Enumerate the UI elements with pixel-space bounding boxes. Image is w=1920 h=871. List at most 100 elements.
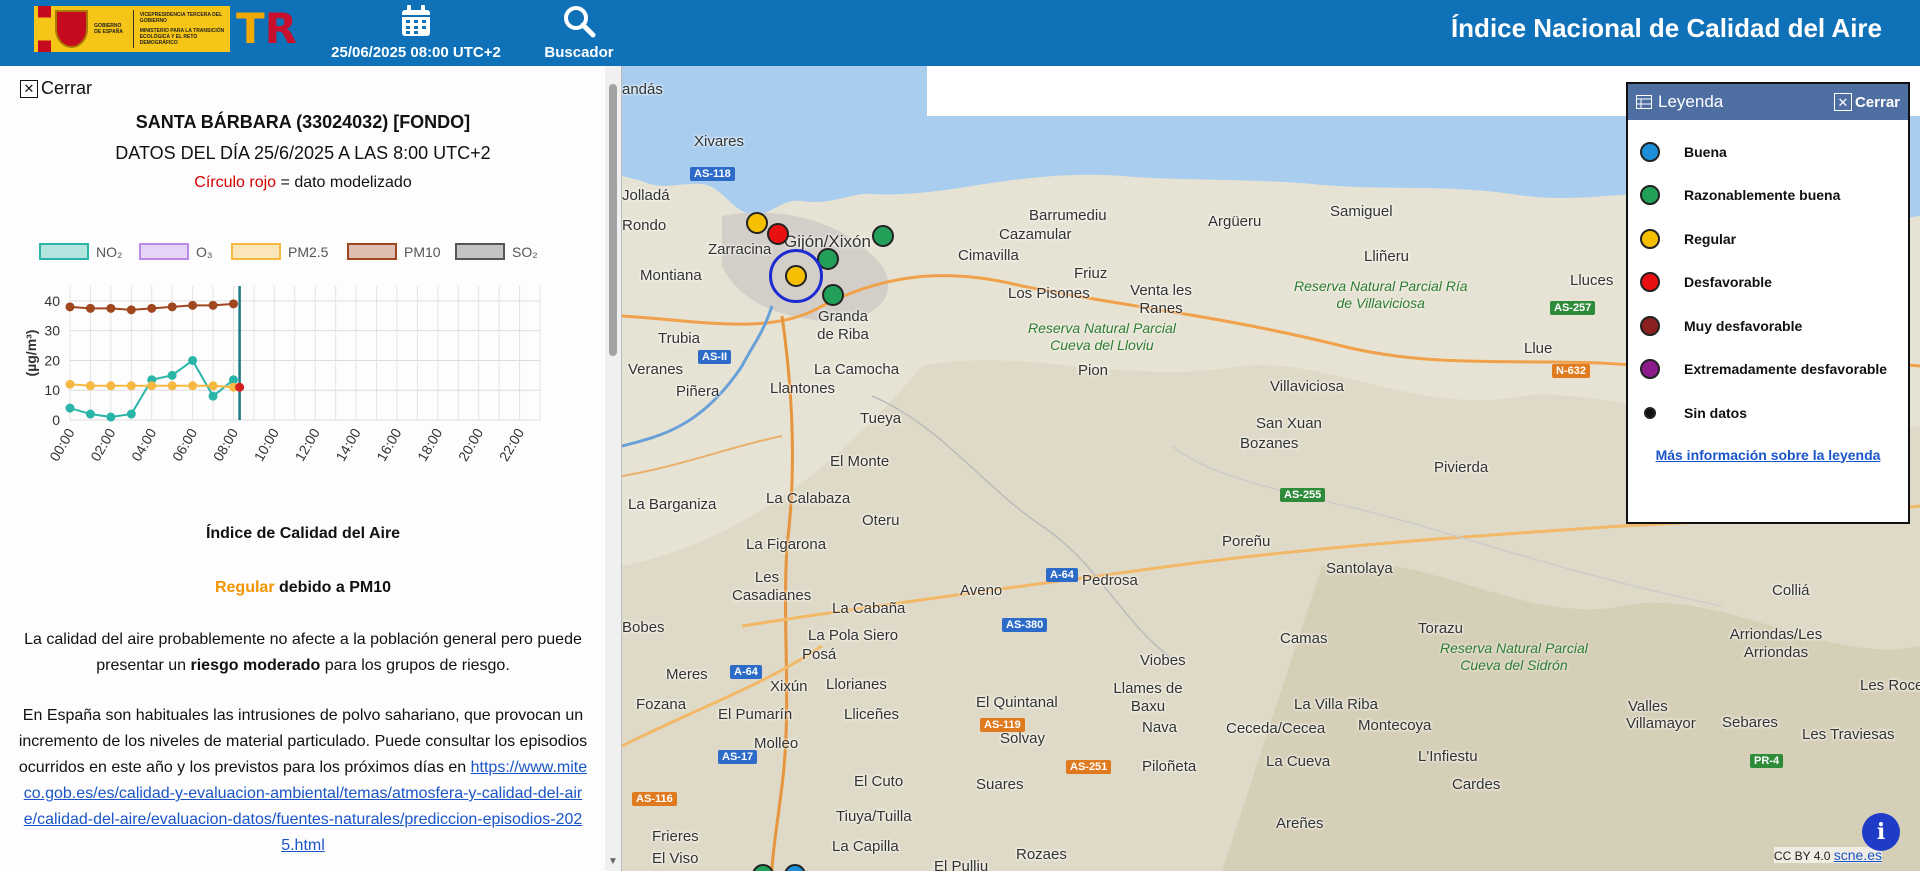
coat-of-arms-icon: [55, 10, 89, 48]
government-logo[interactable]: GOBIERNO DE ESPAÑA VICEPRESIDENCIA TERCE…: [34, 6, 230, 52]
map-place-label: La Camocha: [814, 361, 900, 378]
station-marker[interactable]: [767, 223, 789, 245]
calendar-icon: [401, 2, 431, 40]
x-tick-label: 08:00: [210, 425, 241, 464]
legend-item-extremadamente-desfavorable: Extremadamente desfavorable: [1640, 348, 1896, 392]
map-place-label: Veranes: [628, 361, 684, 378]
scroll-thumb[interactable]: [609, 84, 617, 356]
map-place-label: Lliñeru: [1364, 248, 1410, 265]
map-place-label: Suares: [976, 776, 1024, 793]
map-place-label: San Xuan: [1256, 415, 1322, 432]
data-point: [126, 381, 136, 391]
selected-station-marker[interactable]: [785, 265, 807, 287]
top-header: GOBIERNO DE ESPAÑA VICEPRESIDENCIA TERCE…: [0, 0, 1920, 66]
scroll-down-icon[interactable]: ▼: [608, 856, 618, 867]
logo-ministry-text: MINISTERIO PARA LA TRANSICIÓN ECOLÓGICA …: [139, 28, 225, 46]
map-place-label: Posá: [802, 646, 837, 663]
legend-item-muy-desfavorable: Muy desfavorable: [1640, 304, 1896, 348]
data-point: [188, 355, 198, 365]
map-place-label: La Calabaza: [766, 490, 851, 507]
map-place-label: El Monte: [830, 453, 890, 470]
map-place-label: Montiana: [640, 267, 702, 284]
map-place-label: Tueya: [860, 410, 902, 427]
map-place-label: Rozaes: [1016, 846, 1067, 863]
date-picker-button[interactable]: 25/06/2025 08:00 UTC+2: [318, 0, 514, 66]
y-tick-label: 10: [44, 382, 60, 398]
x-tick-label: 06:00: [169, 425, 200, 464]
legend-swatch: [455, 243, 505, 260]
station-marker[interactable]: [872, 225, 894, 247]
health-message: La calidad del aire probablemente no afe…: [24, 631, 582, 674]
map-place-label: Bozanes: [1240, 435, 1299, 452]
data-point: [106, 412, 116, 422]
data-point: [188, 300, 198, 310]
panel-close-button[interactable]: ✕ Cerrar: [20, 78, 92, 99]
map-place-label: Cazamular: [999, 226, 1072, 243]
info-icon: i: [1876, 819, 1886, 845]
modelled-point: [235, 382, 245, 392]
map-place-label: Cimavilla: [958, 247, 1019, 264]
map-place-label: El Pumarín: [718, 706, 793, 723]
map-place-label: Samiguel: [1330, 203, 1393, 220]
data-point: [147, 381, 157, 391]
map-place-label: La Capilla: [832, 838, 899, 855]
map-place-label: Los Pisones: [1008, 285, 1090, 302]
app-title: Índice Nacional de Calidad del Aire: [1450, 13, 1882, 43]
x-tick-label: 04:00: [128, 425, 159, 464]
data-point: [208, 381, 218, 391]
station-marker[interactable]: [822, 284, 844, 306]
map-place-label: Colliá: [1772, 582, 1810, 599]
road-label: AS-257: [1550, 301, 1596, 315]
map-place-label: Les Traviesas: [1802, 726, 1895, 743]
map-place-label: andás: [622, 81, 663, 98]
data-point: [208, 300, 218, 310]
info-button[interactable]: i: [1862, 813, 1900, 851]
map-place-label: El Viso: [652, 850, 699, 867]
data-point: [208, 391, 218, 401]
map-place-label: Jolladá: [622, 187, 670, 204]
legend-label: O₃: [196, 244, 213, 260]
road-label: A-64: [1046, 568, 1078, 582]
legend-more-info-link[interactable]: Más información sobre la leyenda: [1628, 447, 1908, 463]
map-place-label: Xivares: [694, 133, 745, 150]
date-label: 25/06/2025 08:00 UTC+2: [331, 44, 501, 61]
x-tick-label: 22:00: [496, 425, 527, 464]
data-point: [228, 299, 238, 309]
x-tick-label: 02:00: [87, 425, 118, 464]
map-place-label: La Cueva: [1266, 753, 1331, 770]
y-tick-label: 0: [52, 412, 60, 428]
map-place-label: Barrumediu: [1029, 207, 1107, 224]
road-label: AS-255: [1280, 488, 1326, 502]
y-tick-label: 30: [44, 323, 60, 339]
map-place-label: Frieres: [652, 828, 699, 845]
data-point: [65, 379, 75, 389]
map-place-label: Tiuya/Tuilla: [836, 808, 912, 825]
data-point: [126, 305, 136, 315]
road-label: PR-4: [1750, 754, 1784, 768]
legend-close-button[interactable]: ✕ Cerrar: [1833, 93, 1900, 111]
map-place-label: Villaviciosa: [1270, 378, 1344, 395]
data-point: [106, 381, 116, 391]
x-tick-label: 16:00: [373, 425, 404, 464]
map-place-label: Argüeru: [1208, 213, 1262, 230]
saharan-dust-message: En España son habituales las intrusiones…: [18, 707, 588, 854]
panel-scrollbar[interactable]: ▼: [605, 66, 621, 871]
map-attribution: CC BY 4.0 scne.es: [1773, 847, 1882, 863]
road-label: N-632: [1552, 364, 1590, 378]
x-tick-label: 14:00: [332, 425, 363, 464]
map-place-label: El Quintanal: [976, 694, 1058, 711]
map-place-label: Torazu: [1418, 620, 1464, 637]
station-marker[interactable]: [746, 212, 768, 234]
map-place-label: El Pulliu: [934, 858, 989, 871]
pollutant-chart[interactable]: NO₂ O₃ PM2.5 PM10 SO₂ 0 10 20 30 40 00:00 02:00 04:0…: [20, 234, 560, 484]
map-place-label: El Cuto: [854, 773, 904, 790]
legend-item-regular: Regular: [1640, 217, 1896, 261]
map-place-label: Molleo: [754, 735, 799, 752]
map-place-label: Arriondas/Les Arriondas: [1729, 626, 1823, 661]
aqi-status: Regular debido a PM10: [214, 579, 392, 596]
map-place-label: Poreñu: [1222, 533, 1271, 550]
search-button[interactable]: Buscador: [540, 0, 618, 66]
map-place-label: Llue: [1524, 340, 1553, 357]
data-point: [147, 303, 157, 313]
x-tick-label: 20:00: [455, 425, 486, 464]
